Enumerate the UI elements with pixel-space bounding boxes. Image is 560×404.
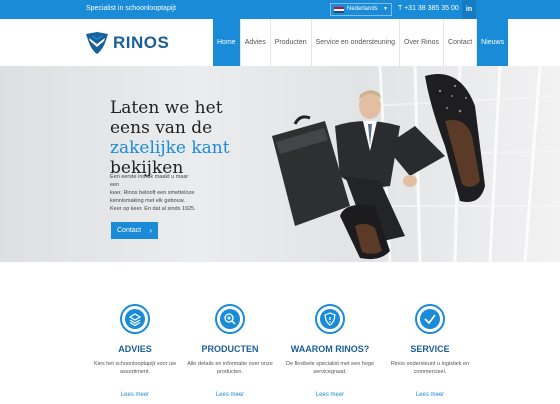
rinos-logo[interactable]: RINOS bbox=[85, 30, 175, 56]
hero-title: Laten we het eens van de zakelijke kant … bbox=[110, 98, 230, 178]
contact-button-label: Contact bbox=[117, 227, 142, 234]
contact-button[interactable]: Contact › bbox=[111, 222, 158, 239]
service-title: ADVIES bbox=[118, 344, 152, 354]
read-more-link[interactable]: Lees meer bbox=[380, 392, 480, 398]
service-title: SERVICE bbox=[410, 344, 450, 354]
rinos-shield-icon bbox=[86, 32, 108, 54]
magnifier-icon[interactable] bbox=[215, 304, 245, 334]
read-more-link[interactable]: Lees meer bbox=[280, 392, 380, 398]
netherlands-flag-icon bbox=[334, 7, 344, 13]
tagline: Specialist in schoonlooptapijt bbox=[86, 5, 176, 12]
nav-item-nieuws[interactable]: Nieuws bbox=[476, 19, 509, 66]
hero-text-line-2: keer. Rinos belooft een smetteloze bbox=[110, 190, 195, 196]
nav-item-service[interactable]: Service en ondersteuning bbox=[310, 19, 399, 66]
linkedin-icon[interactable]: in bbox=[462, 0, 476, 19]
service-card-service: SERVICE Rinos ondersteunt u logistiek en… bbox=[380, 304, 480, 376]
service-title: WAAROM RINOS? bbox=[290, 344, 370, 354]
chevron-right-icon: › bbox=[149, 226, 152, 235]
shield-icon[interactable] bbox=[315, 304, 345, 334]
read-more-link[interactable]: Lees meer bbox=[180, 392, 280, 398]
nav-item-home[interactable]: Home bbox=[213, 19, 240, 66]
check-icon[interactable] bbox=[415, 304, 445, 334]
service-text: Alle details en informatie over onze pro… bbox=[187, 361, 273, 375]
phone-number[interactable]: T +31 38 385 35 00 bbox=[398, 5, 459, 12]
service-text: Rinos ondersteunt u logistiek en commerc… bbox=[390, 361, 470, 375]
service-card-producten: PRODUCTEN Alle details en informatie ove… bbox=[180, 304, 280, 376]
services-section: ADVIES Kies het schoonlooptapijt voor uw… bbox=[0, 262, 560, 404]
nav-item-contact[interactable]: Contact bbox=[443, 19, 476, 66]
hero-title-line-2: eens van de bbox=[110, 118, 213, 138]
layers-icon[interactable] bbox=[120, 304, 150, 334]
service-card-waarom-rinos: WAAROM RINOS? De flexibele specialist me… bbox=[280, 304, 380, 376]
language-label: Nederlands bbox=[347, 6, 378, 12]
hero-text-line-4: Keer op keer. En dat al sinds 1925. bbox=[110, 206, 196, 212]
brand-name: RINOS bbox=[113, 33, 170, 52]
service-text: De flexibele specialist met een hoge ser… bbox=[285, 361, 375, 375]
service-card-advies: ADVIES Kies het schoonlooptapijt voor uw… bbox=[85, 304, 185, 376]
nav-item-over-rinos[interactable]: Over Rinos bbox=[399, 19, 443, 66]
chevron-down-icon: ▼ bbox=[383, 6, 388, 12]
language-select[interactable]: Nederlands ▼ bbox=[330, 3, 392, 16]
top-bar: Specialist in schoonlooptapijt Nederland… bbox=[0, 0, 560, 19]
hero-title-line-1: Laten we het bbox=[110, 98, 223, 118]
hero-text-line-3: kennismaking met elk gebouw. bbox=[110, 198, 185, 204]
hero-text-line-1: Een eerste indruk maakt u maar een bbox=[110, 174, 189, 188]
site-header: RINOS Home Advies Producten Service en o… bbox=[0, 19, 560, 66]
hero-title-highlight: zakelijke kant bbox=[110, 138, 230, 158]
read-more-link[interactable]: Lees meer bbox=[85, 392, 185, 398]
nav-item-producten[interactable]: Producten bbox=[269, 19, 311, 66]
main-nav: Home Advies Producten Service en onderst… bbox=[213, 19, 509, 66]
businessman-illustration bbox=[272, 66, 560, 262]
service-text: Kies het schoonlooptapijt voor uw assort… bbox=[94, 361, 176, 375]
hero-description: Een eerste indruk maakt u maar een keer.… bbox=[110, 173, 196, 213]
nav-item-advies[interactable]: Advies bbox=[239, 19, 270, 66]
hero-banner: Laten we het eens van de zakelijke kant … bbox=[0, 66, 560, 262]
service-title: PRODUCTEN bbox=[201, 344, 259, 354]
